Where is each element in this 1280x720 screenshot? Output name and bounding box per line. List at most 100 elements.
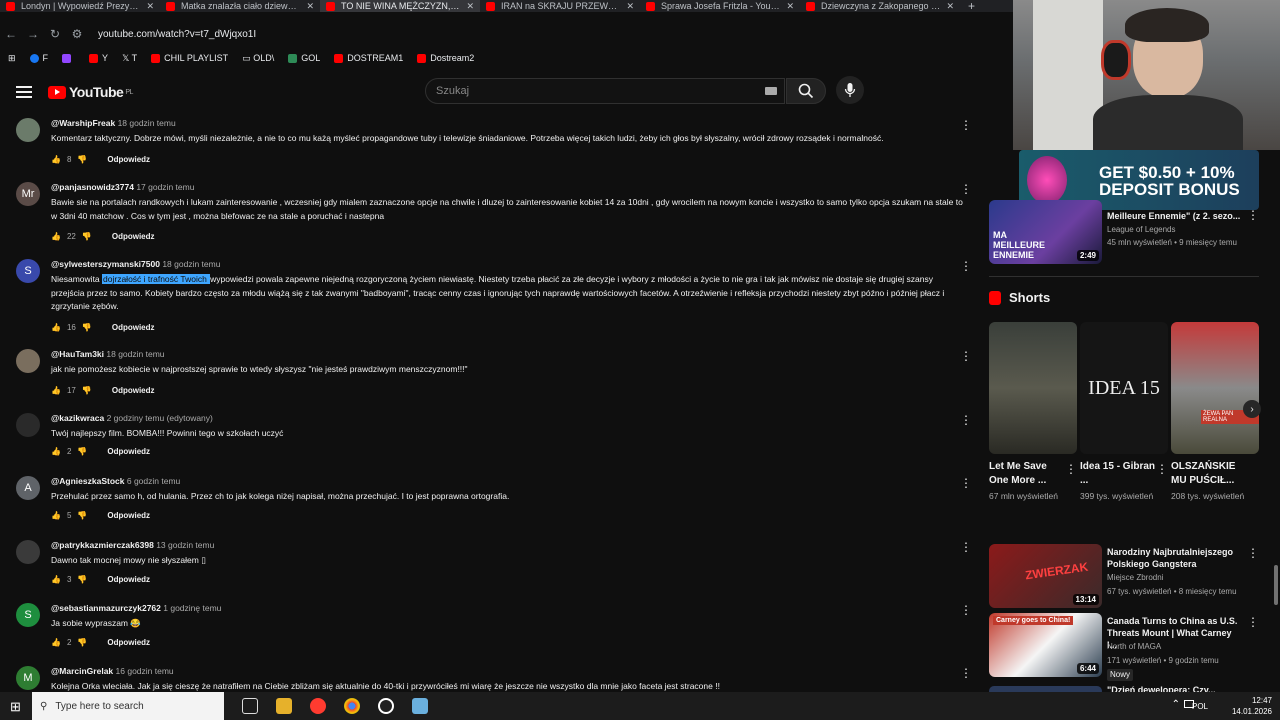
comment-author[interactable]: @panjasnowidz3774 — [51, 182, 134, 192]
browser-tab[interactable]: Matka znalazła ciało dziewczyn ✕ — [160, 0, 320, 12]
like-icon[interactable]: 👍 — [51, 386, 61, 395]
avatar[interactable]: M — [16, 666, 40, 690]
chrome-icon[interactable] — [344, 698, 360, 714]
avatar[interactable] — [16, 413, 40, 437]
reply-button[interactable]: Odpowiedz — [112, 323, 155, 332]
close-tab-icon[interactable]: ✕ — [306, 1, 314, 12]
bookmark-twitch[interactable] — [62, 53, 75, 64]
related-video[interactable]: ZWIERZAK 13:14 Narodziny Najbrutalniejsz… — [989, 544, 1259, 614]
video-title[interactable]: Meilleure Ennemie" (z 2. sezo... — [1107, 210, 1242, 222]
more-options-icon[interactable]: ⋮ — [960, 349, 972, 363]
taskbar-search[interactable]: ⚲ Type here to search — [32, 692, 224, 720]
file-explorer-icon[interactable] — [276, 698, 292, 714]
browser-tab[interactable]: IRAN na SKRAJU PRZEWROTU ✕ — [480, 0, 640, 12]
new-tab-icon[interactable]: + — [960, 0, 983, 13]
dislike-icon[interactable]: 👎 — [77, 575, 87, 584]
avatar[interactable] — [16, 118, 40, 142]
more-options-icon[interactable]: ⋮ — [960, 476, 972, 490]
comment-time[interactable]: 13 godzin temu — [156, 540, 214, 550]
more-options-icon[interactable]: ⋮ — [1247, 546, 1259, 560]
avatar[interactable] — [16, 349, 40, 373]
comment-time[interactable]: 18 godzin temu — [106, 349, 164, 359]
comment-time[interactable]: 6 godzin temu — [127, 476, 180, 486]
dislike-icon[interactable]: 👎 — [77, 511, 87, 520]
comment-author[interactable]: @kazikwraca — [51, 413, 104, 423]
language-indicator[interactable]: POL — [1192, 702, 1208, 711]
avatar[interactable]: A — [16, 476, 40, 500]
like-icon[interactable]: 👍 — [51, 232, 61, 241]
close-tab-icon[interactable]: ✕ — [786, 1, 794, 12]
dislike-icon[interactable]: 👎 — [82, 232, 92, 241]
bookmark-youtube[interactable]: Y — [89, 53, 108, 64]
browser-tab[interactable]: Sprawa Josefa Fritzla - YouTube ✕ — [640, 0, 800, 12]
comment-author[interactable]: @HauTam3ki — [51, 349, 104, 359]
reply-button[interactable]: Odpowiedz — [107, 575, 150, 584]
dislike-icon[interactable]: 👎 — [82, 323, 92, 332]
bookmark-chil-playlist[interactable]: CHIL PLAYLIST — [151, 53, 228, 64]
like-icon[interactable]: 👍 — [51, 155, 61, 164]
avatar[interactable]: Mr — [16, 182, 40, 206]
forward-icon[interactable]: → — [22, 27, 44, 41]
menu-icon[interactable] — [16, 83, 32, 101]
comment-time[interactable]: 2 godziny temu (edytowany) — [107, 413, 213, 423]
comment-time[interactable]: 18 godzin temu — [118, 118, 176, 128]
more-options-icon[interactable]: ⋮ — [960, 182, 972, 196]
more-options-icon[interactable]: ⋮ — [960, 540, 972, 554]
like-icon[interactable]: 👍 — [51, 638, 61, 647]
comment-author[interactable]: @sylwesterszymanski7500 — [51, 259, 160, 269]
close-tab-icon[interactable]: ✕ — [946, 1, 954, 12]
site-info-icon[interactable]: ⚙ — [66, 27, 88, 41]
search-input[interactable]: Szukaj — [425, 78, 785, 104]
youtube-logo[interactable]: YouTube PL — [48, 84, 133, 100]
avatar[interactable]: S — [16, 259, 40, 283]
video-thumbnail[interactable]: MA MEILLEURE ENNEMIE 2:49 — [989, 200, 1102, 264]
more-options-icon[interactable]: ⋮ — [960, 259, 972, 273]
short-title[interactable]: Idea 15 - Gibran ... — [1080, 460, 1156, 488]
like-icon[interactable]: 👍 — [51, 323, 61, 332]
comment-time[interactable]: 17 godzin temu — [136, 182, 194, 192]
system-clock[interactable]: 12:47 14.01.2026 — [1232, 695, 1272, 717]
opera-gx-icon[interactable] — [310, 698, 326, 714]
channel-name[interactable]: North of MAGA — [1107, 641, 1161, 653]
reply-button[interactable]: Odpowiedz — [112, 386, 155, 395]
bookmark-facebook[interactable]: F — [29, 53, 48, 64]
apps-grid-icon[interactable]: ⊞ — [8, 53, 16, 64]
short-thumbnail[interactable]: ŻEWA PAN REALNA — [1171, 322, 1259, 454]
like-icon[interactable]: 👍 — [51, 575, 61, 584]
more-options-icon[interactable]: ⋮ — [960, 666, 972, 680]
comment-time[interactable]: 1 godzinę temu — [163, 603, 221, 613]
bookmark-dostream1[interactable]: DOSTREAM1 — [334, 53, 403, 64]
comment-time[interactable]: 18 godzin temu — [162, 259, 220, 269]
dislike-icon[interactable]: 👎 — [82, 386, 92, 395]
close-tab-icon[interactable]: ✕ — [466, 1, 474, 12]
comment-author[interactable]: @WarshipFreak — [51, 118, 115, 128]
reply-button[interactable]: Odpowiedz — [107, 638, 150, 647]
reply-button[interactable]: Odpowiedz — [107, 447, 150, 456]
short-thumbnail[interactable] — [989, 322, 1077, 454]
avatar[interactable] — [16, 540, 40, 564]
reload-icon[interactable]: ↻ — [44, 27, 66, 41]
video-title[interactable]: Narodziny Najbrutalniejszego Polskiego G… — [1107, 546, 1242, 570]
comment-author[interactable]: @sebastianmazurczyk2762 — [51, 603, 161, 613]
browser-tab[interactable]: Londyn | Wypowiedź Prezydent ✕ — [0, 0, 160, 12]
more-options-icon[interactable]: ⋮ — [1156, 462, 1168, 476]
dislike-icon[interactable]: 👎 — [77, 447, 87, 456]
back-icon[interactable]: ← — [0, 27, 22, 41]
bookmark-folder-old[interactable]: ▭ OLD\ — [242, 53, 274, 64]
more-options-icon[interactable]: ⋮ — [1065, 462, 1077, 476]
short-item[interactable]: ŻEWA PAN REALNA OLSZAŃSKIE MU PUŚCIŁ... … — [1171, 322, 1261, 502]
dislike-icon[interactable]: 👎 — [77, 155, 87, 164]
search-button[interactable] — [786, 78, 826, 104]
comment-author[interactable]: @AgnieszkaStock — [51, 476, 124, 486]
video-thumbnail[interactable]: ZWIERZAK 13:14 — [989, 544, 1102, 608]
close-tab-icon[interactable]: ✕ — [626, 1, 634, 12]
bookmark-gol[interactable]: GOL — [288, 53, 320, 64]
chevron-right-icon[interactable]: › — [1243, 400, 1261, 418]
reply-button[interactable]: Odpowiedz — [107, 155, 150, 164]
avatar[interactable]: S — [16, 603, 40, 627]
reply-button[interactable]: Odpowiedz — [112, 232, 155, 241]
reply-button[interactable]: Odpowiedz — [107, 511, 150, 520]
comment-author[interactable]: @MarcinGrelak — [51, 666, 113, 676]
more-options-icon[interactable]: ⋮ — [960, 413, 972, 427]
related-video[interactable]: MA MEILLEURE ENNEMIE 2:49 Meilleure Enne… — [989, 200, 1259, 270]
